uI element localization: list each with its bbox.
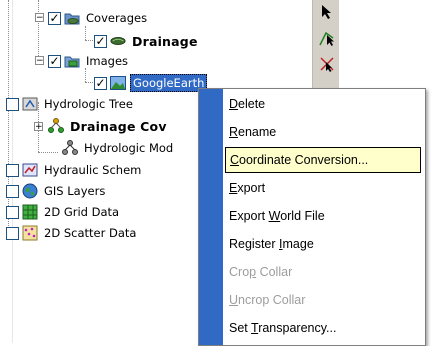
grid-icon (22, 204, 38, 220)
visibility-checkbox[interactable] (6, 163, 19, 177)
expand-toggle[interactable]: + (34, 122, 43, 132)
collapse-toggle[interactable]: − (35, 56, 44, 66)
visibility-checkbox[interactable] (6, 205, 19, 219)
tree-item-label: GIS Layers (44, 184, 106, 198)
tree-item-hydrologic-mod[interactable]: Hydrologic Mod (62, 138, 175, 158)
hydraulic-schematic-icon (22, 162, 38, 178)
tree-item-drainage[interactable]: Drainage (94, 31, 200, 51)
tree-item-label: Drainage Cov (70, 118, 167, 134)
menu-item-crop-collar[interactable]: Crop Collar (229, 258, 419, 286)
select-vertex-icon[interactable] (317, 28, 337, 48)
visibility-checkbox[interactable] (6, 97, 19, 111)
tree-item-label: Hydrologic Mod (84, 141, 174, 155)
hydrologic-tree-icon (22, 96, 38, 112)
tree-item-label: Drainage (132, 33, 198, 49)
images-folder-icon (64, 53, 80, 69)
select-arrow-icon[interactable] (317, 2, 337, 22)
tree-item-label: Hydraulic Schem (44, 163, 142, 177)
tree-item-label: GoogleEarth (130, 74, 208, 92)
tree-item-label: Images (86, 54, 129, 68)
tree-item-gis-layers[interactable]: GIS Layers (6, 181, 107, 201)
menu-item-register-image[interactable]: Register Image (229, 230, 419, 258)
menu-item-delete[interactable]: Delete (229, 90, 419, 118)
tree-item-label: Hydrologic Tree (44, 97, 133, 111)
coverages-folder-icon (64, 10, 80, 26)
visibility-checkbox[interactable] (94, 34, 107, 48)
add-point-icon[interactable] (317, 54, 337, 74)
tree-item-2d-grid-data[interactable]: 2D Grid Data (6, 202, 121, 222)
tree-item-label: 2D Grid Data (44, 205, 120, 219)
visibility-checkbox[interactable] (6, 226, 19, 240)
scatter-icon (22, 225, 38, 241)
menu-item-set-transparency[interactable]: Set Transparency... (229, 314, 419, 342)
menu-item-uncrop-collar[interactable]: Uncrop Collar (229, 286, 419, 314)
tree-connector (38, 152, 58, 153)
visibility-checkbox[interactable] (6, 184, 19, 198)
tree-item-googleearth[interactable]: GoogleEarth (94, 73, 208, 93)
tree-item-coverages[interactable]: Coverages (48, 8, 149, 28)
tree-item-2d-scatter-data[interactable]: 2D Scatter Data (6, 223, 138, 243)
menu-item-export[interactable]: Export (229, 174, 419, 202)
tree-item-images[interactable]: Images (48, 51, 130, 71)
tree-item-drainage-cov[interactable]: Drainage Cov (48, 116, 169, 136)
image-icon (110, 75, 126, 91)
hydrologic-model-icon (62, 140, 78, 156)
collapse-toggle[interactable]: − (35, 13, 44, 23)
tree-connector (38, 0, 39, 62)
tree-item-hydraulic-schem[interactable]: Hydraulic Schem (6, 160, 143, 180)
drainage-coverage-icon (110, 33, 126, 49)
visibility-checkbox[interactable] (48, 54, 61, 68)
tree-item-hydrologic-tree[interactable]: Hydrologic Tree (6, 94, 135, 114)
menu-gutter (199, 89, 223, 345)
tree-item-label: Coverages (86, 11, 148, 25)
tree-item-label: 2D Scatter Data (44, 226, 137, 240)
menu-item-export-world-file[interactable]: Export World File (229, 202, 419, 230)
visibility-checkbox[interactable] (48, 11, 61, 25)
tree-connector (85, 26, 86, 40)
menu-item-rename[interactable]: Rename (229, 118, 419, 146)
globe-icon (22, 183, 38, 199)
context-menu: Delete Rename Coordinate Conversion... E… (198, 88, 426, 346)
menu-item-coordinate-conversion[interactable]: Coordinate Conversion... (225, 147, 421, 173)
visibility-checkbox[interactable] (94, 76, 107, 90)
drainage-coverage-tree-icon (48, 118, 64, 134)
